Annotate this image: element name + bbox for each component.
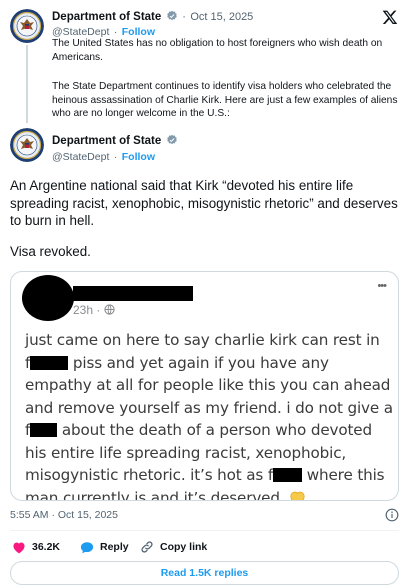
more-options-icon[interactable]: ••• <box>377 280 387 292</box>
redaction-bar <box>30 423 58 437</box>
parent-tweet-paragraph-1: The United States has no obligation to h… <box>52 38 383 63</box>
redaction-bar <box>273 468 303 482</box>
author-name[interactable]: Department of State <box>52 135 161 147</box>
link-icon <box>141 541 153 553</box>
reply-button[interactable]: Reply <box>80 540 129 554</box>
state-dept-avatar[interactable] <box>10 128 44 162</box>
heart-icon <box>13 542 25 553</box>
divider <box>10 530 399 531</box>
post-line: misogynistic rhetoric. it’s hot as f whe… <box>25 466 385 484</box>
post-time: 23h <box>73 303 94 317</box>
reply-bubble-icon <box>80 541 94 553</box>
post-meta: 23h · <box>73 303 115 317</box>
post-line: f about the death of a person who devote… <box>25 421 372 439</box>
attached-image[interactable]: 23h · ••• just came on here to say charl… <box>10 271 399 501</box>
author-handle[interactable]: @StateDept <box>52 151 109 163</box>
post-body: just came on here to say charlie kirk ca… <box>25 329 395 500</box>
state-seal-icon <box>10 128 44 162</box>
post-line: f piss and yet again if you have any <box>25 353 329 372</box>
post-date[interactable]: Oct 15, 2025 <box>190 11 253 23</box>
copy-link-button[interactable]: Copy link <box>140 540 207 554</box>
thread-connector-line <box>26 45 28 123</box>
verified-badge-icon <box>166 10 177 21</box>
redacted-avatar <box>22 275 74 321</box>
read-replies-button[interactable]: Read 1.5K replies <box>10 561 399 585</box>
post-line: empathy at all for people like this you … <box>25 376 391 394</box>
dot-separator: · <box>182 11 186 23</box>
redacted-name <box>73 286 193 301</box>
parent-tweet-paragraph-2: The State Department continues to identi… <box>52 81 398 119</box>
info-icon[interactable] <box>385 508 399 522</box>
redaction-bar <box>30 355 69 370</box>
reply-label: Reply <box>100 541 129 553</box>
follow-button[interactable]: Follow <box>122 151 155 163</box>
main-tweet-header: Department of State <box>52 133 178 148</box>
post-line: just came on here to say charlie kirk ca… <box>25 331 380 349</box>
post-line: his entire life spreading racist, xenoph… <box>25 443 347 462</box>
main-handle-row: @StateDept · Follow <box>52 149 155 164</box>
author-name[interactable]: Department of State <box>52 11 161 23</box>
yellow-heart-icon <box>289 491 305 500</box>
x-logo-icon[interactable] <box>382 9 398 25</box>
post-line: and remove yourself as my friend. i do n… <box>25 398 393 417</box>
post-timestamp[interactable]: 5:55 AM · Oct 15, 2025 <box>10 509 118 521</box>
copy-link-label: Copy link <box>160 541 208 553</box>
verified-badge-icon <box>166 134 177 145</box>
post-line: man currently is and it’s deserved <box>25 487 395 500</box>
like-button[interactable]: 36.2K <box>12 540 60 554</box>
state-seal-icon <box>10 9 44 43</box>
state-dept-avatar[interactable] <box>10 9 44 43</box>
globe-icon <box>104 304 115 315</box>
parent-tweet-header: Department of State · Oct 15, 2025 <box>52 9 253 24</box>
main-tweet-paragraph-2: Visa revoked. <box>10 244 91 259</box>
like-count: 36.2K <box>32 541 61 553</box>
dot-separator: · <box>113 151 118 163</box>
main-tweet-paragraph-1: An Argentine national said that Kirk “de… <box>10 178 398 228</box>
